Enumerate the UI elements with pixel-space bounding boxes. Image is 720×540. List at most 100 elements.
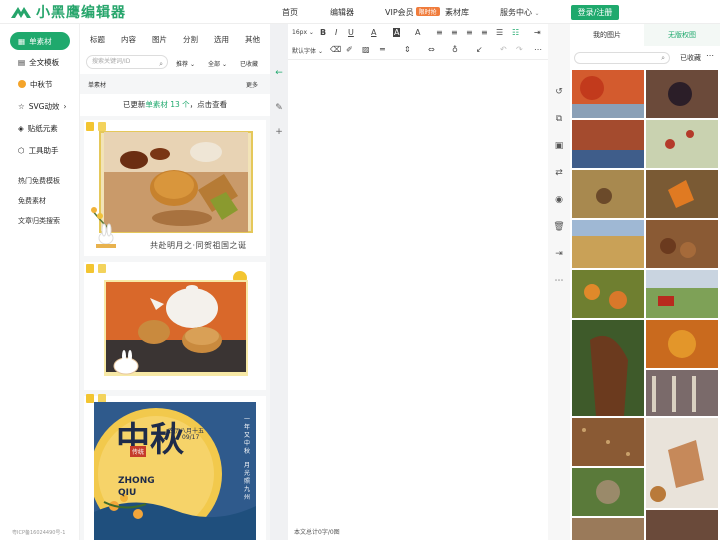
tab-other[interactable]: 其他 — [245, 34, 260, 45]
brand-name: 小黑鹰编辑器 — [36, 5, 126, 21]
panel-header-title: 单素材 — [88, 82, 107, 89]
edit-icon[interactable]: ✎ — [272, 101, 286, 115]
image-panel: 我的图片 无版权图 ⌕ 已收藏 ⋯ — [570, 24, 720, 540]
nav-service-label: 服务中心 — [500, 8, 532, 17]
card-caption: 共赴明月之·同贺祖国之诞 — [150, 241, 247, 250]
nav-materials[interactable]: 素材库 — [445, 7, 469, 18]
tab-select[interactable]: 选用 — [214, 34, 229, 45]
format-brush-icon[interactable]: ⇥ — [534, 28, 541, 37]
chevron-down-icon: ⌄ — [308, 29, 314, 36]
arrow-left-icon[interactable]: ← — [272, 66, 286, 80]
sidebar-item-stickers[interactable]: ◈ 贴纸元素 — [18, 119, 58, 137]
text-style-icon[interactable]: A — [415, 28, 420, 37]
search-icon[interactable]: ⌕ — [661, 53, 665, 63]
chevron-right-icon: › — [63, 101, 67, 111]
more-icon[interactable]: ⋯ — [534, 45, 542, 54]
indent-icon[interactable]: ☰ — [496, 28, 503, 37]
align-left-icon[interactable]: ≡ — [436, 28, 443, 37]
tab-title[interactable]: 标题 — [90, 34, 105, 45]
sidebar-item-tools[interactable]: ⬡ 工具助手 — [18, 141, 59, 159]
sidebar-item-mid-autumn[interactable]: 中秋节 — [18, 75, 53, 93]
letter-spacing-icon[interactable]: ⇔ — [428, 45, 435, 54]
chevron-down-icon: ⌄ — [317, 48, 323, 55]
nav-home[interactable]: 首页 — [282, 7, 298, 18]
image-favorites[interactable]: 已收藏 — [680, 53, 701, 63]
sidebar-item-full-template[interactable]: ▤ 全文模板 — [18, 53, 59, 71]
link-icon[interactable]: ↙ — [476, 45, 483, 54]
eye-icon[interactable]: ◉ — [553, 194, 565, 206]
paragraph-spacing-icon[interactable]: ⇕ — [404, 45, 411, 54]
link-free-materials[interactable]: 免费素材 — [18, 196, 46, 206]
italic-icon[interactable]: I — [335, 28, 337, 37]
underline-icon[interactable]: U — [348, 28, 354, 37]
undo-icon[interactable]: ↶ — [500, 45, 507, 54]
image-search-input[interactable]: ⌕ — [574, 52, 670, 64]
font-color-icon[interactable]: A — [371, 28, 376, 37]
filter-favorites[interactable]: 已收藏 — [240, 59, 258, 68]
material-card[interactable] — [84, 262, 266, 390]
highlight-icon[interactable]: A — [393, 28, 401, 37]
font-size-select[interactable]: 16px ⌄ — [292, 29, 314, 36]
poster-title: 中秋 — [116, 420, 184, 460]
more-icon[interactable]: ⋯ — [706, 51, 714, 60]
align-justify-icon[interactable]: ≡ — [481, 28, 488, 37]
tab-image[interactable]: 图片 — [152, 34, 167, 45]
update-notice[interactable]: 已更新单素材 13 个，点击查看 — [80, 94, 270, 116]
copy-icon[interactable]: ⧉ — [553, 113, 565, 125]
brand-logo[interactable]: 小黑鹰编辑器 — [10, 3, 126, 21]
poster-tag: 传统 — [130, 446, 147, 457]
tab-content[interactable]: 内容 — [121, 34, 136, 45]
sidebar-item-single-material[interactable]: ▦ 单素材 — [10, 32, 70, 50]
link-free-templates[interactable]: 热门免费模板 — [18, 176, 60, 186]
more-icon[interactable]: ⋯ — [553, 275, 565, 287]
panel-header-more[interactable]: 更多 — [246, 80, 258, 89]
save-icon[interactable]: ▣ — [553, 140, 565, 152]
filter-recommend[interactable]: 推荐 ⌄ — [176, 59, 195, 68]
pen-icon[interactable]: ✐ — [346, 45, 353, 54]
plus-icon[interactable]: + — [272, 125, 286, 139]
login-register-button[interactable]: 登录/注册 — [571, 5, 619, 20]
material-card[interactable]: 中秋 传统 农历八月十五 09/17 ZHONG QIU 一年又中秋 月光照九州 — [84, 394, 266, 540]
nav-editor[interactable]: 编辑器 — [330, 7, 354, 18]
poster-day: 09/17 — [182, 434, 200, 441]
poster-english-2: QIU — [118, 488, 137, 498]
filter-label: 全部 — [208, 61, 221, 68]
sidebar-item-label: 中秋节 — [30, 79, 53, 89]
divider-icon[interactable]: ═ — [380, 45, 385, 54]
trash-icon[interactable]: 🗑 — [553, 221, 565, 233]
font-size-value: 16px — [292, 29, 307, 36]
material-search-row: 搜索关键词/ID ⌕ 推荐 ⌄ 全部 ⌄ 已收藏 — [80, 52, 270, 74]
bookmark-icon — [86, 122, 94, 131]
notice-prefix: 已更新 — [122, 100, 146, 109]
nav-vip-label: VIP会员 — [385, 8, 414, 17]
redo-icon[interactable]: ↷ — [516, 45, 523, 54]
search-icon[interactable]: ⌕ — [159, 58, 163, 70]
undo-icon[interactable]: ↺ — [553, 86, 565, 98]
bulb-icon[interactable]: ♁ — [452, 45, 458, 54]
align-right-icon[interactable]: ≡ — [466, 28, 473, 37]
filter-all[interactable]: 全部 ⌄ — [208, 59, 227, 68]
top-navbar: 小黑鹰编辑器 首页 编辑器 VIP会员 限时抢 素材库 服务中心 ⌄ 登录/注册 — [0, 0, 720, 24]
bold-icon[interactable]: B — [320, 28, 326, 37]
link-article-search[interactable]: 文章归类搜索 — [18, 216, 60, 226]
moon-icon — [18, 80, 26, 88]
mid-autumn-poster: 中秋 传统 农历八月十五 09/17 ZHONG QIU 一年又中秋 月光照九州 — [94, 402, 256, 540]
image-grid — [572, 70, 718, 540]
line-height-icon[interactable]: ☷ — [512, 28, 519, 37]
eraser-icon[interactable]: ⌫ — [330, 45, 341, 54]
nav-vip[interactable]: VIP会员 限时抢 — [385, 7, 440, 18]
swap-icon[interactable]: ⇄ — [553, 167, 565, 179]
exit-icon[interactable]: ⇥ — [553, 248, 565, 260]
nav-service[interactable]: 服务中心 ⌄ — [500, 7, 540, 18]
tab-my-images[interactable]: 我的图片 — [570, 24, 644, 46]
chevron-down-icon: ⌄ — [189, 61, 195, 68]
material-card[interactable]: 共赴明月之·同贺祖国之诞 — [84, 120, 266, 256]
material-search-input[interactable]: 搜索关键词/ID ⌕ — [86, 55, 168, 69]
editor-canvas[interactable] — [288, 61, 548, 521]
sidebar-item-svg-motion[interactable]: ☆ SVG动效 › — [18, 97, 66, 115]
align-center-icon[interactable]: ≡ — [451, 28, 458, 37]
tab-divider[interactable]: 分割 — [183, 34, 198, 45]
tab-royalty-free[interactable]: 无版权图 — [644, 24, 720, 46]
image-icon[interactable]: ▨ — [362, 45, 370, 54]
font-family-select[interactable]: 默认字体 ⌄ — [292, 46, 323, 55]
